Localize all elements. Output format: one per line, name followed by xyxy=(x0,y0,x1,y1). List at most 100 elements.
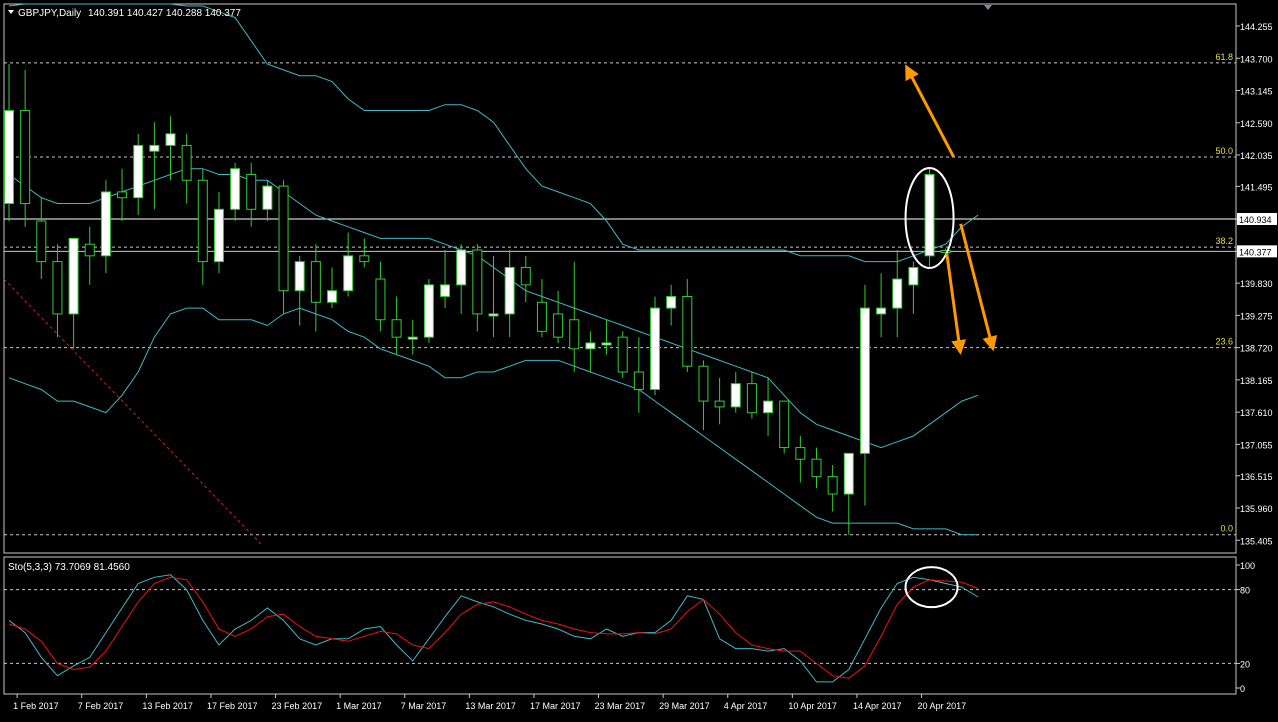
candle xyxy=(52,244,63,338)
candle-body-bull xyxy=(924,173,935,257)
fibonacci-retracement[interactable]: 61.8 50.0 38.2 23.6 0.0 xyxy=(4,52,1236,536)
candle-body-bull xyxy=(4,110,14,205)
chart-header: GBPJPY,Daily 140.391 140.427 140.288 140… xyxy=(8,5,992,19)
trendline[interactable] xyxy=(3,278,263,546)
candle-body-bull xyxy=(230,168,241,210)
candle xyxy=(423,279,434,343)
candle-body-bear xyxy=(359,255,370,263)
stochastic-panel: 100 80 20 0 Sto(5,3,3) 73.7069 81.4560 xyxy=(3,556,1255,695)
candle-body-bear xyxy=(52,261,63,315)
candle xyxy=(440,250,451,309)
candle-body-bull xyxy=(100,191,111,257)
candle xyxy=(327,267,337,309)
candle-body-bull xyxy=(440,284,451,297)
shift-marker-icon[interactable] xyxy=(984,5,992,10)
candle-body-bear xyxy=(569,319,580,350)
ohlc-label: 140.391 140.427 140.288 140.377 xyxy=(88,8,241,19)
candle-body-bull xyxy=(294,261,305,292)
collapse-triangle-icon[interactable] xyxy=(8,10,14,14)
chart-canvas: 61.8 50.0 38.2 23.6 0.0 144.255 143.700 143.14… xyxy=(3,3,1277,711)
candle-body-bear xyxy=(246,173,257,210)
annotations[interactable] xyxy=(904,64,998,356)
candle xyxy=(779,400,790,454)
candle-body-bear xyxy=(553,313,564,338)
price-tick-label: 142.590 xyxy=(1240,119,1273,129)
date-tick-label: 7 Feb 2017 xyxy=(78,701,124,711)
candle-body-bull xyxy=(327,290,337,303)
price-tick-label: 141.495 xyxy=(1240,182,1273,192)
candle-body-bull xyxy=(165,133,176,146)
candle xyxy=(763,377,774,436)
stochastic-tick-label: 0 xyxy=(1240,684,1245,694)
candle-body-bear xyxy=(682,295,693,367)
candle-body-bear xyxy=(20,110,31,205)
date-tick-label: 1 Mar 2017 xyxy=(336,701,382,711)
date-tick-label: 17 Mar 2017 xyxy=(530,701,581,711)
fib-level-label: 50.0 xyxy=(1215,146,1233,156)
candle-body-bear xyxy=(520,266,531,286)
date-tick-label: 14 Apr 2017 xyxy=(853,701,902,711)
candle xyxy=(117,168,128,221)
stochastic-lines[interactable] xyxy=(4,574,1236,683)
candle xyxy=(682,279,693,373)
price-tick-label: 143.145 xyxy=(1240,87,1273,97)
candle-body-bull xyxy=(407,336,418,340)
candle xyxy=(650,296,660,396)
candle xyxy=(553,290,564,343)
price-axis[interactable]: 144.255 143.700 143.145 142.590 142.035 141.4… xyxy=(1236,22,1277,546)
down-arrow-icon[interactable] xyxy=(945,252,967,356)
date-tick-label: 29 Mar 2017 xyxy=(659,701,710,711)
candle xyxy=(213,191,224,274)
candle xyxy=(391,296,402,355)
candle-body-bear xyxy=(197,179,208,263)
candle-body-bear xyxy=(714,400,725,408)
candle xyxy=(892,250,903,338)
candle-body-bear xyxy=(36,220,47,263)
fib-level-label: 38.2 xyxy=(1215,236,1233,246)
price-tick-label: 144.255 xyxy=(1240,22,1273,32)
candle xyxy=(68,237,79,349)
candle-body-bear xyxy=(181,144,192,181)
candle-body-bull xyxy=(504,266,515,315)
candle xyxy=(827,465,838,512)
candle xyxy=(278,180,289,314)
stochastic-main-line xyxy=(8,574,979,683)
fib-level-label: 23.6 xyxy=(1215,337,1233,347)
candle xyxy=(746,372,757,419)
candle xyxy=(843,452,854,535)
candle xyxy=(714,377,725,425)
price-tick-label: 137.055 xyxy=(1240,440,1273,450)
candle-body-bear xyxy=(698,365,709,402)
price-tick-label: 136.515 xyxy=(1240,472,1273,482)
stochastic-label: Sto(5,3,3) 73.7069 81.4560 xyxy=(8,562,130,573)
candle xyxy=(407,319,418,355)
date-tick-label: 17 Feb 2017 xyxy=(207,701,258,711)
down-arrow-icon[interactable] xyxy=(959,223,998,352)
date-tick-label: 1 Feb 2017 xyxy=(13,701,59,711)
candle xyxy=(456,244,467,314)
date-tick-label: 13 Feb 2017 xyxy=(142,701,193,711)
candle-body-bull xyxy=(666,295,677,309)
stochastic-panel-frame xyxy=(3,556,1237,695)
date-tick-label: 4 Apr 2017 xyxy=(724,701,768,711)
candle xyxy=(343,232,354,297)
price-tick-label: 137.610 xyxy=(1240,408,1273,418)
candle-body-bear xyxy=(746,383,757,414)
candle xyxy=(262,180,273,221)
up-arrow-icon[interactable] xyxy=(905,64,956,158)
candle-body-bull xyxy=(876,307,887,315)
candle xyxy=(133,133,144,216)
price-tick-label: 138.165 xyxy=(1240,376,1273,386)
candle-body-bull xyxy=(601,342,612,346)
candle xyxy=(924,168,935,268)
candle-body-bull xyxy=(908,266,919,286)
candle-body-bear xyxy=(779,400,790,449)
candle-body-bull xyxy=(456,249,467,286)
candle xyxy=(633,337,644,413)
candle-body-bull xyxy=(585,342,596,350)
candle-body-bull xyxy=(262,185,273,210)
date-tick-label: 23 Feb 2017 xyxy=(272,701,323,711)
candle xyxy=(601,319,612,355)
candle xyxy=(585,331,596,373)
price-tick-label: 138.720 xyxy=(1240,344,1273,354)
